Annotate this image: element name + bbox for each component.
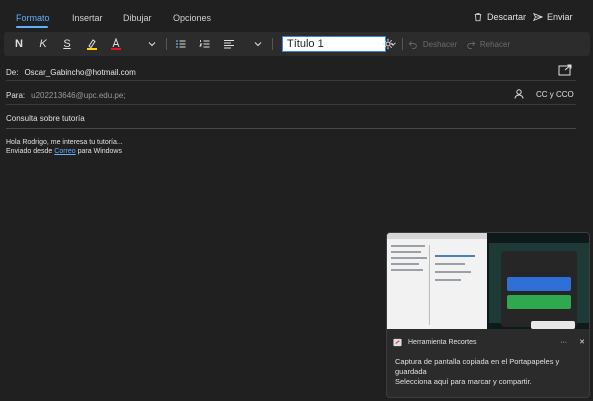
bold-button[interactable]: N [12,36,26,52]
align-left-icon [224,40,234,49]
underline-button[interactable]: S [60,36,74,52]
bullet-list-icon [176,40,186,48]
active-tab-indicator [16,26,48,28]
send-label: Enviar [547,12,573,22]
align-button[interactable] [222,36,236,52]
chevron-down-icon [148,42,156,47]
chevron-down-icon [254,42,262,47]
redo-label: Rehacer [479,39,511,49]
from-label: De: [6,67,19,77]
thumbnail-right-pane [487,233,589,329]
notification-message: Captura de pantalla copiada en el Portap… [395,357,583,387]
close-button[interactable]: ✕ [579,338,585,346]
app-name: Herramienta Recortes [408,338,477,346]
toolbar-divider [402,38,403,50]
subject-field[interactable]: Consulta sobre tutoría [6,114,85,123]
font-color-button[interactable] [108,36,124,52]
highlighter-icon [87,39,97,50]
paragraph-dropdown[interactable] [252,36,264,52]
divider [6,104,576,105]
tab-opciones[interactable]: Opciones [173,13,211,23]
formatting-toolbar: N K S Título 1 Deshacer Rehacer [4,32,590,56]
to-field[interactable]: u202213646@upc.edu.pe; [31,91,125,100]
signature-prefix: Enviado desde [6,148,53,155]
highlight-button[interactable] [84,36,100,52]
subject-row: Consulta sobre tutoría [6,111,576,125]
discard-button[interactable]: Descartar [473,12,526,22]
tab-formato[interactable]: Formato [16,13,50,23]
divider [6,80,576,81]
trash-icon [474,13,482,22]
send-icon [533,12,543,22]
to-row: Para: u202213646@upc.edu.pe; [6,88,576,102]
message-body[interactable]: Hola Rodrigo, me interesa tu tutoría... … [6,138,123,156]
style-selector[interactable]: Título 1 [282,36,386,52]
mail-app-link[interactable]: Correo [54,148,75,155]
redo-button[interactable] [466,36,476,52]
undo-button[interactable] [408,36,418,52]
contact-icon[interactable] [514,89,524,99]
screenshot-thumbnail[interactable] [387,233,589,329]
signature-suffix: para Windows [77,148,122,155]
message-primary: Captura de pantalla copiada en el Portap… [395,357,560,376]
send-button[interactable]: Enviar [533,12,573,22]
undo-label: Deshacer [422,39,458,49]
numbering-button[interactable] [198,36,212,52]
popout-icon[interactable] [558,64,572,76]
ribbon-tabs: Formato Insertar Dibujar Opciones Descar… [0,0,593,32]
discard-label: Descartar [487,12,527,22]
to-label: Para: [6,90,26,100]
snipping-tool-icon [393,338,402,346]
undo-icon [408,41,417,49]
snipping-tool-notification[interactable]: Herramienta Recortes ··· ✕ Captura de pa… [386,232,590,398]
notification-header: Herramienta Recortes ··· ✕ [393,335,585,349]
cc-bcc-button[interactable]: CC y CCO [536,90,574,99]
bullets-button[interactable] [174,36,188,52]
gear-icon[interactable] [382,38,394,50]
italic-button[interactable]: K [36,36,50,52]
body-line-1: Hola Rodrigo, me interesa tu tutoría... [6,139,123,146]
more-options-button[interactable]: ··· [560,339,567,346]
body-line-2: Enviado desde Correo para Windows [6,147,123,156]
from-address[interactable]: Oscar_Gabincho@hotmail.com [24,68,135,77]
divider [6,128,576,129]
redo-icon [467,41,476,49]
numbered-list-icon [199,40,210,48]
tab-insertar[interactable]: Insertar [72,13,103,23]
thumbnail-left-pane [387,233,487,329]
from-row: De: Oscar_Gabincho@hotmail.com [6,65,576,79]
toolbar-divider [166,38,167,50]
message-secondary: Selecciona aquí para marcar y compartir. [395,377,532,386]
font-color-icon [111,38,121,50]
text-format-dropdown[interactable] [146,36,158,52]
tab-dibujar[interactable]: Dibujar [123,13,152,23]
toolbar-divider [272,38,273,50]
